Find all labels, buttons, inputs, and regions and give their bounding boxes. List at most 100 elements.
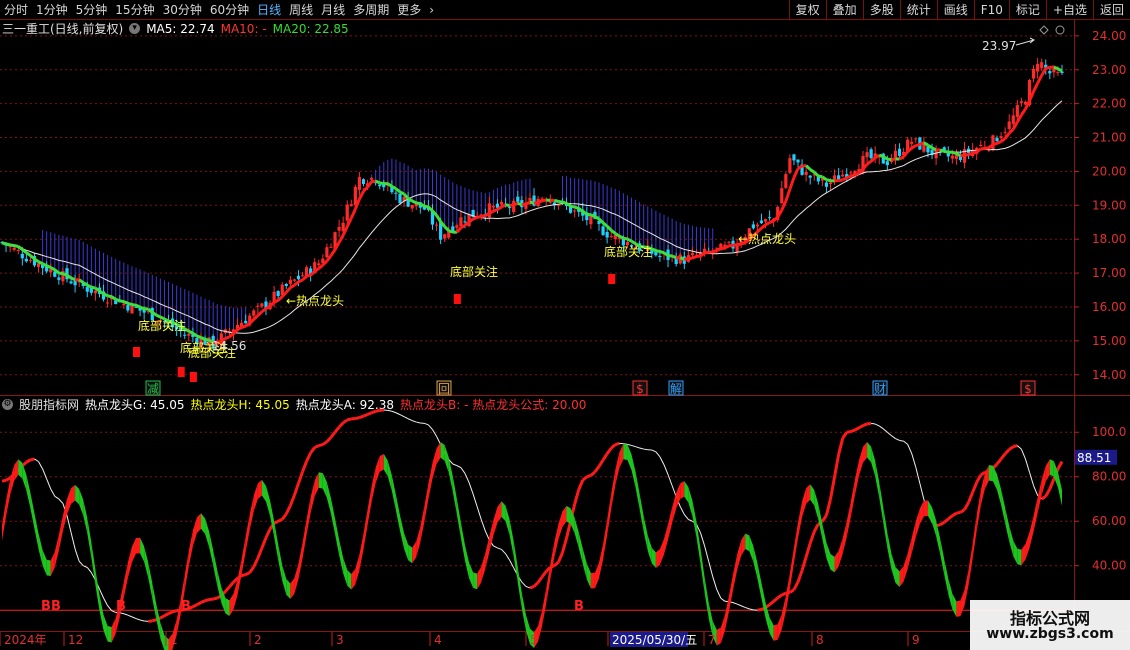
trend-segment	[732, 243, 738, 247]
candle-body	[463, 221, 467, 223]
indicator-ribbon	[261, 479, 266, 502]
trend-segment	[818, 174, 823, 179]
event-icon[interactable]: 财	[874, 382, 886, 396]
trend-segment	[131, 303, 137, 307]
indicator-a-segment	[919, 483, 925, 500]
indicator-ribbon	[452, 476, 457, 515]
indicator-ribbon	[436, 442, 441, 464]
indicator-a-segment	[25, 458, 32, 464]
indicator-ribbon	[574, 517, 579, 548]
trend-segment	[679, 256, 685, 261]
kline-chart[interactable]: 24.00 23.00 22.00 21.00 20.00 19.00 18.00 17.00…	[0, 0, 1130, 650]
trend-segment	[1008, 128, 1015, 135]
indicator-ribbon	[148, 562, 153, 599]
candle-body	[841, 174, 845, 177]
trend-segment	[1040, 67, 1048, 77]
event-icon[interactable]: 减	[147, 382, 159, 396]
indicator-ribbon	[745, 533, 750, 552]
trend-segment	[1032, 82, 1039, 93]
candle-body	[1031, 68, 1036, 79]
candle-body	[528, 197, 532, 201]
indicator-a-segment	[882, 428, 888, 433]
trend-segment	[107, 294, 112, 299]
indicator-a-segment	[505, 553, 511, 561]
trend-segment	[188, 329, 194, 335]
indicator-a-segment	[375, 408, 381, 413]
indicator-ribbon	[416, 526, 421, 558]
candle-body	[755, 224, 760, 227]
trend-segment	[943, 149, 949, 154]
indicator-a-segment	[252, 557, 260, 568]
indicator-ribbon	[460, 522, 465, 561]
indicator-a-segment	[683, 514, 689, 520]
event-icons[interactable]: 减 回 $ 解 财 $	[145, 380, 1036, 396]
event-icon[interactable]: 回	[438, 382, 450, 396]
indicator-a-segment	[416, 421, 421, 424]
indicator-ribbon	[984, 465, 989, 489]
indicator-a-segment	[824, 498, 832, 516]
diamond-icon[interactable]	[1039, 25, 1049, 35]
candle-body	[609, 236, 613, 238]
event-icon[interactable]: 解	[670, 382, 682, 396]
indicator-a-segment	[979, 471, 986, 477]
indicator-a-segment	[1048, 478, 1056, 490]
indicator-a-segment	[358, 414, 364, 420]
trend-segment	[590, 213, 596, 218]
indicator-a-segment	[971, 481, 979, 493]
indicator-a-segment	[846, 430, 852, 434]
indicator-a-segment	[501, 549, 506, 555]
indicator-axis: 100.0 80.00 60.00 40.00	[1074, 425, 1126, 573]
indicator-ribbon	[887, 532, 892, 570]
indicator-a-segment	[740, 605, 746, 608]
candle-body	[12, 247, 16, 250]
indicator-a-segment	[745, 606, 750, 610]
indicator-ribbon	[940, 538, 945, 575]
indicator-a-segment	[651, 449, 657, 453]
indicator-a-segment	[521, 581, 527, 587]
indicator-a-segment	[679, 506, 685, 515]
indicator-a-segment	[808, 531, 816, 544]
indicator-a-segment	[959, 508, 966, 514]
event-icon[interactable]: $	[636, 382, 644, 396]
indicator-ribbon	[6, 479, 11, 517]
high-arrow-icon	[1015, 37, 1035, 46]
indicator-a-segment	[318, 443, 324, 448]
date-label: 9	[912, 633, 920, 647]
trend-segment	[329, 248, 337, 257]
indicator-ribbon	[903, 553, 908, 582]
candle-body	[1011, 115, 1015, 124]
indicator-ribbon	[201, 513, 206, 534]
candle-body	[727, 241, 731, 243]
candle-body	[605, 232, 609, 238]
candle-body	[893, 150, 898, 158]
indicator-ribbon	[79, 488, 84, 516]
event-icon[interactable]: $	[1024, 382, 1032, 396]
indicator-ribbon	[42, 550, 47, 576]
indicator-ribbon	[728, 574, 734, 612]
indicator-ribbon	[257, 479, 262, 499]
trend-segment	[375, 179, 381, 185]
indicator-a-segment	[493, 545, 498, 549]
indicator-a-segment	[716, 589, 722, 599]
trend-segment	[460, 223, 466, 230]
indicator-a-segment	[212, 596, 218, 601]
indicator-ribbon	[314, 472, 319, 496]
indicator-a-segment	[605, 447, 613, 455]
indicator-a-segment	[776, 593, 783, 600]
indicator-ribbon	[558, 511, 563, 540]
annotation-label: ←热点龙头	[286, 294, 344, 308]
indicator-tick-label: 40.00	[1092, 559, 1126, 573]
indicator-ribbon	[1005, 507, 1010, 542]
price-tick-label: 23.00	[1092, 63, 1126, 77]
indicator-a-segment	[321, 440, 328, 446]
circle-icon[interactable]	[1055, 25, 1065, 35]
candle-body	[398, 193, 402, 204]
trend-segment	[541, 198, 547, 203]
indicator-ribbon	[103, 614, 108, 642]
trend-segment	[688, 256, 693, 261]
indicator-a-segment	[999, 452, 1007, 460]
indicator-a-segment	[460, 467, 466, 474]
indicator-a-segment	[536, 575, 544, 584]
trend-segment	[939, 148, 945, 153]
indicator-ribbon	[209, 531, 214, 566]
